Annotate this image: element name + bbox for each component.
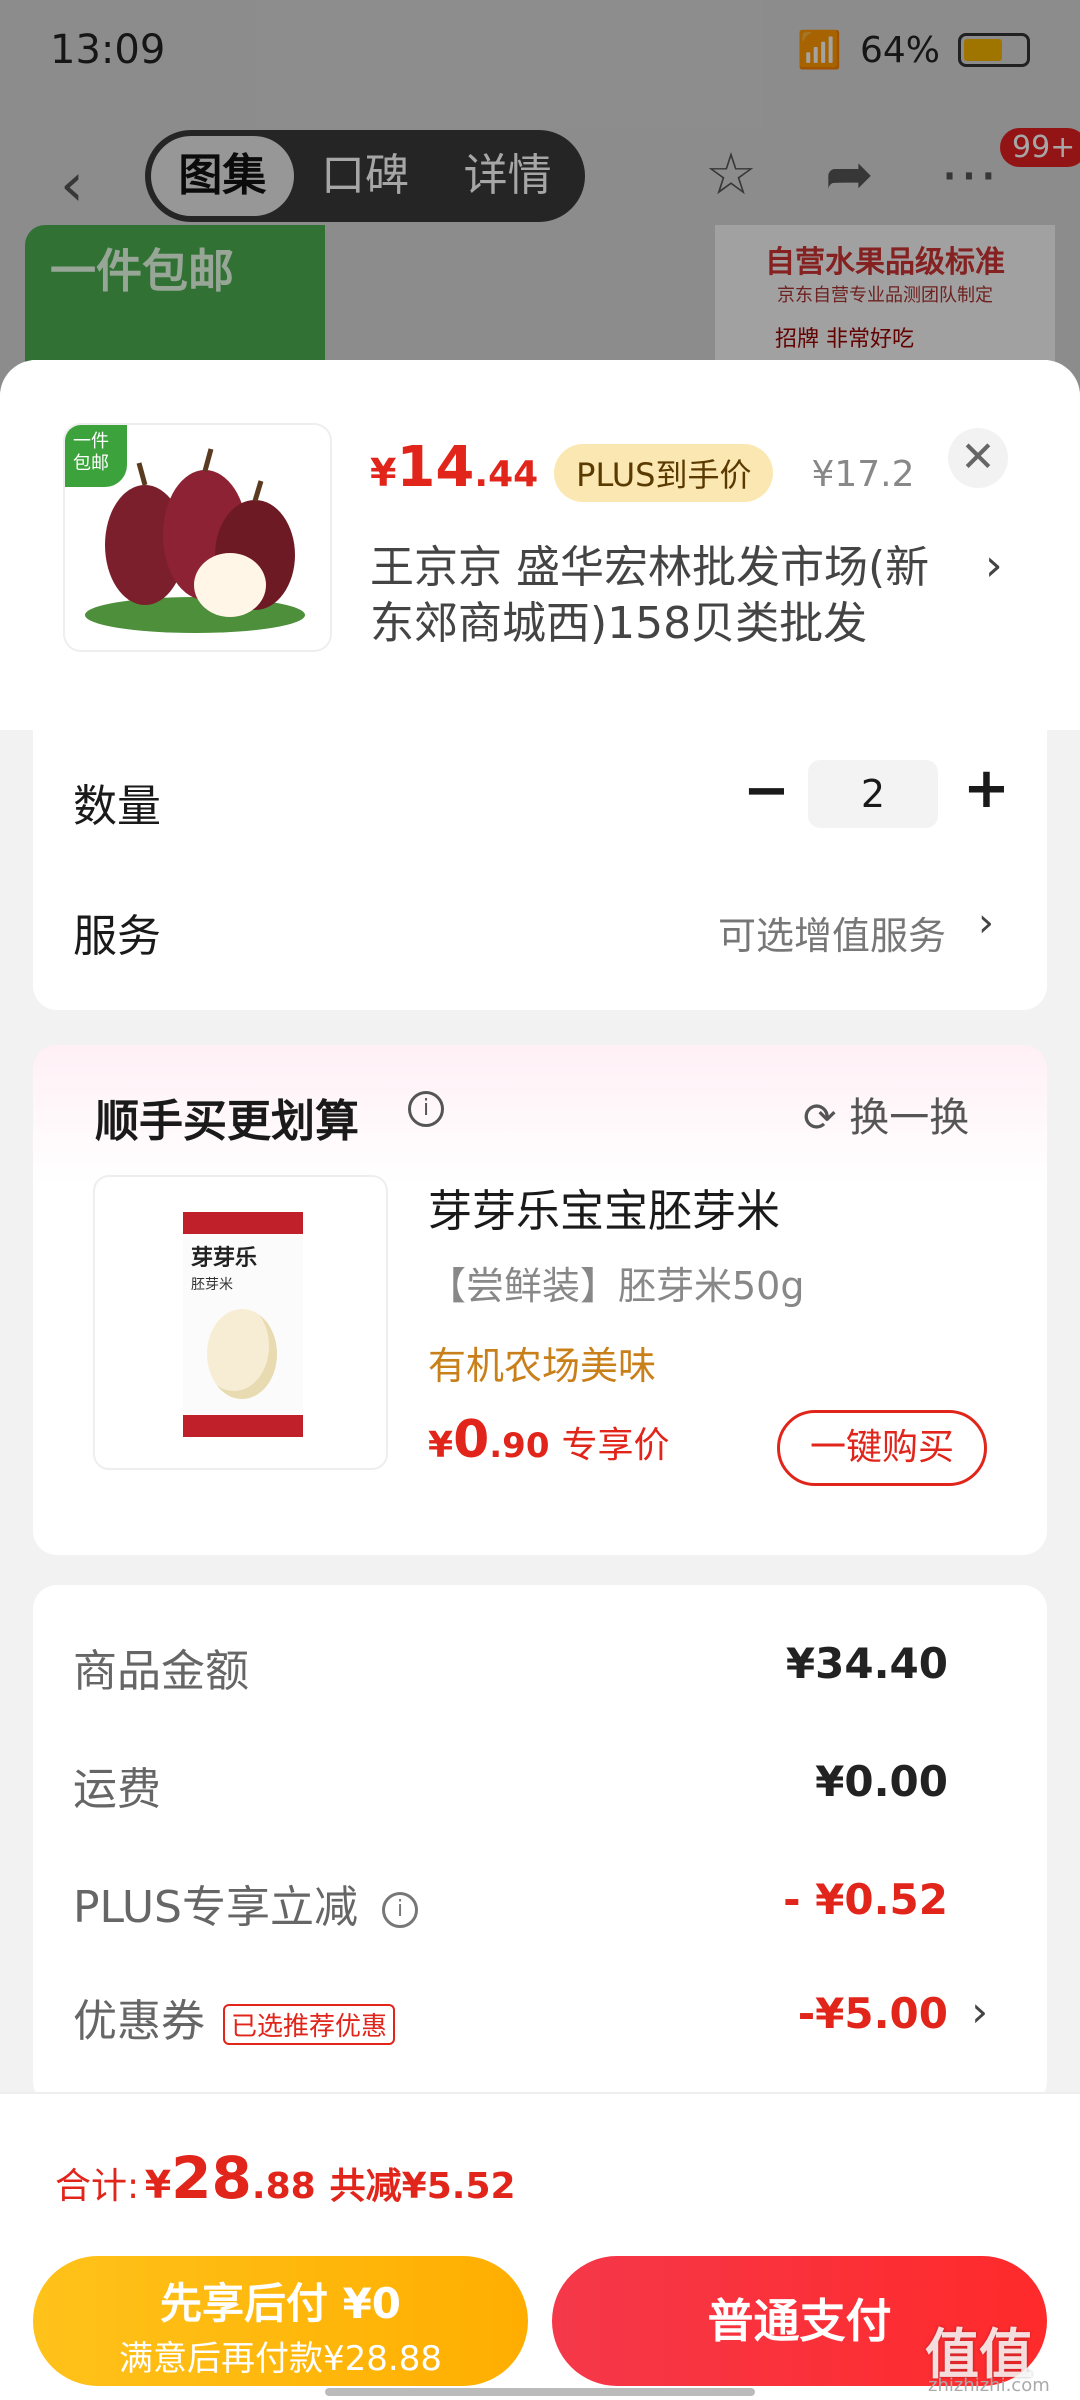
shipping-value: ¥0.00: [815, 1757, 948, 1806]
shipping-label: 运费: [73, 1764, 161, 1815]
chevron-right-icon[interactable]: ›: [978, 900, 994, 946]
total-amount: 合计: ¥28.88 共减¥5.52: [55, 2144, 516, 2212]
package-sub: 胚芽米: [191, 1277, 233, 1293]
rice-package: 芽芽乐 胚芽米: [183, 1212, 303, 1437]
plus-discount-label: PLUS专享立减 i: [73, 1871, 418, 1935]
watermark-url: zhizhizhi.com: [928, 2375, 1050, 2396]
goods-value: ¥34.40: [785, 1639, 948, 1688]
refresh-button[interactable]: ⟳ 换一换: [803, 1085, 969, 1143]
pay-later-sub: 满意后再付款¥28.88: [119, 2339, 442, 2379]
store-name[interactable]: 王京京 盛华宏林批发市场(新东郊商城西)158贝类批发: [370, 540, 970, 652]
plus-price-badge: PLUS到手价: [554, 444, 774, 502]
service-label: 服务: [73, 911, 161, 962]
home-indicator[interactable]: [325, 2388, 755, 2396]
package-brand: 芽芽乐: [191, 1246, 258, 1271]
plus-discount-value: - ¥0.52: [783, 1875, 948, 1924]
decrease-button[interactable]: −: [743, 758, 790, 823]
background-page: 13:09 📶 64% ‹ 图集 口碑 详情 ☆ ➦ ⋯ 99+ 一件包邮 自营…: [0, 0, 1080, 400]
pay-later-button[interactable]: 先享后付 ¥0 满意后再付款¥28.88: [33, 2256, 528, 2386]
refresh-label: 换一换: [849, 1095, 970, 1141]
info-icon[interactable]: i: [382, 1892, 418, 1928]
overlay-dim[interactable]: [0, 0, 1080, 400]
price-summary-card: 商品金额 ¥34.40 运费 ¥0.00 PLUS专享立减 i - ¥0.52 优…: [33, 1585, 1047, 2105]
product-header: 一件包邮 ¥14.44 PLUS到手价 ¥17.2 ✕ 王京京 盛华宏林批发市场…: [0, 360, 1080, 730]
chevron-right-icon[interactable]: ›: [971, 1987, 988, 2036]
recommend-title: 顺手买更划算: [95, 1096, 359, 1147]
increase-button[interactable]: +: [963, 756, 1010, 821]
recommend-name[interactable]: 芽芽乐宝宝胚芽米: [428, 1175, 780, 1239]
quantity-input[interactable]: 2: [808, 760, 938, 828]
refresh-icon: ⟳: [803, 1095, 850, 1141]
recommend-price: ¥0.90 专享价: [428, 1410, 670, 1470]
price-row: ¥14.44 PLUS到手价 ¥17.2: [370, 435, 915, 502]
goods-label: 商品金额: [73, 1646, 249, 1697]
plus-price: ¥14.44: [370, 435, 539, 500]
original-price: ¥17.2: [811, 454, 915, 495]
bottom-bar: 合计: ¥28.88 共减¥5.52 先享后付 ¥0 满意后再付款¥28.88 普…: [0, 2092, 1080, 2400]
quantity-label: 数量: [73, 781, 161, 832]
coupon-value: -¥5.00: [797, 1989, 948, 2038]
recommend-image[interactable]: 芽芽乐 胚芽米: [93, 1175, 388, 1470]
pay-later-title: 先享后付 ¥0: [159, 2279, 402, 2328]
close-button[interactable]: ✕: [948, 428, 1008, 488]
quantity-service-card: 数量 − 2 + 服务 可选增值服务 ›: [33, 730, 1047, 1010]
chevron-right-icon[interactable]: ›: [985, 540, 1003, 591]
recommend-slogan: 有机农场美味: [428, 1344, 657, 1388]
coupon-label: 优惠券 已选推荐优惠: [73, 1985, 396, 2049]
info-icon[interactable]: i: [408, 1091, 444, 1127]
service-option[interactable]: 可选增值服务: [718, 905, 946, 960]
one-click-buy-button[interactable]: 一键购买: [777, 1410, 987, 1486]
coupon-tag: 已选推荐优惠: [223, 2003, 396, 2045]
product-image[interactable]: 一件包邮: [65, 425, 330, 650]
free-shipping-tag: 一件包邮: [65, 425, 127, 487]
recommend-card: 顺手买更划算 i ⟳ 换一换 芽芽乐 胚芽米 芽芽乐宝宝胚芽米 【尝鲜装】胚芽米…: [33, 1045, 1047, 1555]
recommend-spec: 【尝鲜装】胚芽米50g: [428, 1264, 805, 1308]
